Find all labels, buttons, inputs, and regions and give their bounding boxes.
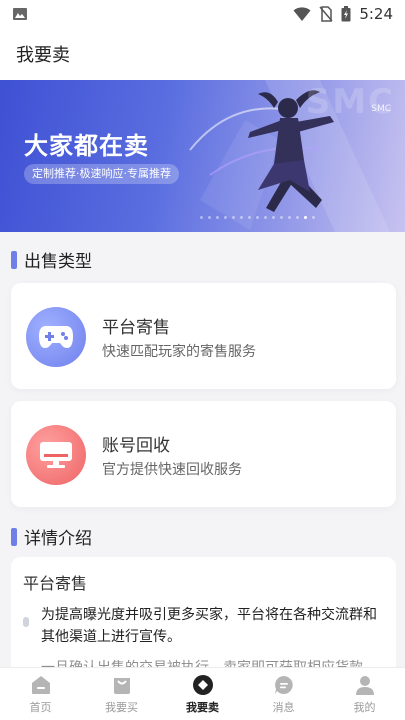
user-icon — [355, 675, 374, 695]
battery-icon — [341, 6, 351, 22]
image-notification-icon — [13, 8, 27, 20]
banner-dot — [200, 216, 203, 219]
section-title: 详情介绍 — [24, 529, 92, 549]
banner-dot — [312, 216, 315, 219]
gamepad-icon — [26, 307, 86, 367]
banner-dot — [272, 216, 275, 219]
card-title: 账号回收 — [102, 436, 170, 456]
nav-item-profile[interactable]: 我的 — [324, 668, 405, 720]
status-left — [12, 6, 28, 22]
banner-dot — [248, 216, 251, 219]
card-title: 平台寄售 — [102, 318, 170, 338]
detail-title: 平台寄售 — [23, 574, 88, 593]
banner-brand-logo: SMC — [371, 104, 391, 114]
nav-item-sell[interactable]: 我要卖 — [162, 668, 243, 720]
shopping-bag-icon — [113, 677, 130, 694]
app-header: 我要卖 — [0, 28, 405, 80]
section-accent-bar — [11, 527, 17, 546]
status-right: 5:24 — [293, 5, 393, 23]
platform-consignment-card[interactable]: 平台寄售 快速匹配玩家的寄售服务 — [11, 283, 396, 389]
nav-label: 我的 — [353, 700, 376, 714]
nav-item-messages[interactable]: 消息 — [243, 668, 324, 720]
nav-label: 我要卖 — [186, 700, 219, 714]
banner-dot — [240, 216, 243, 219]
detail-text: 为提高曝光度并吸引更多买家，平台将在各种交流群和其他渠道上进行宣传。 — [41, 607, 377, 645]
banner-dot — [224, 216, 227, 219]
banner-dot — [256, 216, 259, 219]
banner-subtitle: 定制推荐·极速响应·专属推荐 — [24, 164, 179, 184]
banner-dot — [288, 216, 291, 219]
status-time: 5:24 — [359, 5, 393, 23]
banner-dot — [296, 216, 299, 219]
status-bar: 5:24 — [0, 0, 405, 28]
nav-item-home[interactable]: 首页 — [0, 668, 81, 720]
card-description: 官方提供快速回收服务 — [102, 462, 242, 478]
bullet-icon — [23, 617, 29, 627]
section-heading-sale-types: 出售类型 — [11, 247, 92, 272]
home-icon — [31, 675, 50, 694]
section-accent-bar — [11, 250, 17, 269]
no-sim-icon — [319, 6, 333, 22]
message-icon — [274, 675, 293, 694]
banner-title: 大家都在卖 — [24, 132, 149, 160]
detail-list-item: 为提高曝光度并吸引更多买家，平台将在各种交流群和其他渠道上进行宣传。 — [23, 604, 383, 648]
sell-icon — [192, 674, 213, 695]
detail-card: 平台寄售 为提高曝光度并吸引更多买家，平台将在各种交流群和其他渠道上进行宣传。 … — [11, 557, 396, 677]
banner-dot — [208, 216, 211, 219]
section-heading-details: 详情介绍 — [11, 524, 92, 549]
banner-dot — [216, 216, 219, 219]
nav-item-buy[interactable]: 我要买 — [81, 668, 162, 720]
banner-pagination — [200, 216, 315, 219]
bottom-navigation: 首页 我要买 我要卖 消息 我的 — [0, 667, 405, 720]
monitor-icon — [26, 425, 86, 485]
nav-label: 首页 — [29, 700, 52, 714]
account-recycle-card[interactable]: 账号回收 官方提供快速回收服务 — [11, 401, 396, 507]
nav-label: 消息 — [272, 700, 295, 714]
wifi-icon — [293, 7, 311, 21]
card-description: 快速匹配玩家的寄售服务 — [102, 344, 256, 360]
page-title: 我要卖 — [16, 45, 70, 66]
nav-label: 我要买 — [105, 700, 138, 714]
section-title: 出售类型 — [24, 252, 92, 272]
banner-dot — [264, 216, 267, 219]
banner-dot — [280, 216, 283, 219]
banner-brand-watermark: SMC — [305, 82, 395, 122]
promo-banner[interactable]: SMC SMC 大家都在卖 定制推荐·极速响应·专属推荐 — [0, 80, 405, 232]
banner-dot-active — [304, 216, 307, 219]
banner-dot — [232, 216, 235, 219]
